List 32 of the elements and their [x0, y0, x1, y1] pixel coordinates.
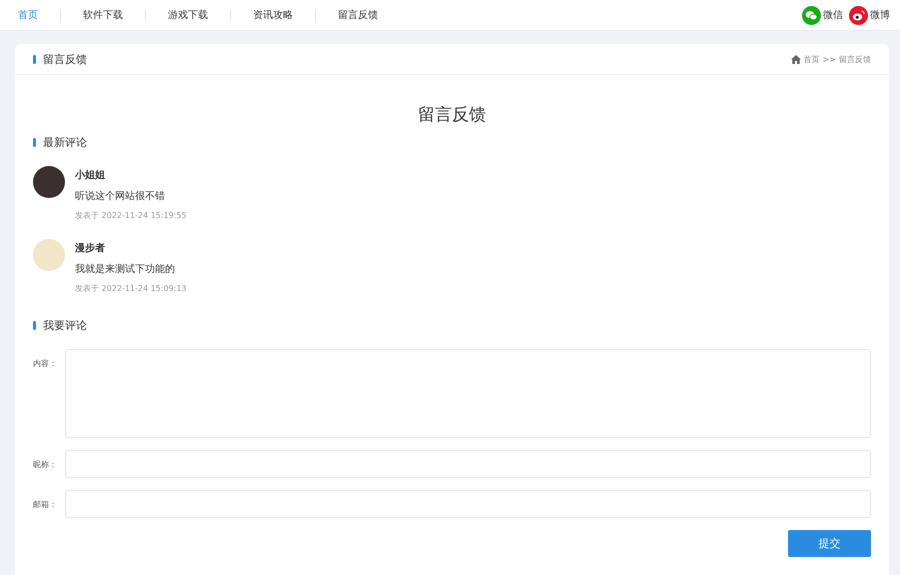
comment-text: 我就是来测试下功能的	[75, 262, 176, 276]
section-title: 最新评论	[43, 135, 87, 150]
nav-link[interactable]: 软件下载	[83, 8, 123, 22]
section-title: 我要评论	[43, 318, 87, 333]
social-link[interactable]: 微信	[802, 6, 843, 24]
nav-link[interactable]: 首页	[18, 8, 38, 22]
avatar-placeholder	[33, 166, 65, 198]
field-label: 邮箱：	[33, 499, 57, 511]
section-title: 留言反馈	[43, 52, 87, 66]
home-icon	[790, 54, 801, 64]
nav-link[interactable]: 游戏下载	[168, 8, 208, 22]
page-heading: 留言反馈	[417, 104, 487, 127]
comment-author: 漫步者	[75, 242, 106, 255]
avatar-placeholder	[33, 239, 65, 271]
breadcrumb-link[interactable]: 首页	[804, 54, 820, 64]
nav-link[interactable]: 留言反馈	[338, 8, 378, 22]
field-label: 昵称：	[33, 459, 57, 471]
social-link[interactable]: 微博	[849, 6, 890, 24]
input-field[interactable]	[65, 450, 871, 478]
field-label: 内容：	[33, 358, 57, 370]
comment-time: 发表于 2022-11-24 15:09:13	[75, 283, 187, 294]
input-field[interactable]	[65, 490, 871, 518]
submit-button[interactable]: 提交	[788, 530, 871, 557]
comment-author: 小姐姐	[75, 168, 106, 182]
chat-bubbles-icon	[802, 6, 821, 24]
eye-logo-icon	[849, 6, 868, 24]
comment-time: 发表于 2022-11-24 15:19:55	[75, 210, 187, 221]
breadcrumb-current: 留言反馈	[839, 54, 871, 64]
nav-link[interactable]: 资讯攻略	[253, 8, 293, 22]
breadcrumb-separator: >>	[822, 54, 836, 64]
comment-text: 听说这个网站很不错	[75, 190, 166, 203]
content-textarea[interactable]	[65, 349, 871, 438]
